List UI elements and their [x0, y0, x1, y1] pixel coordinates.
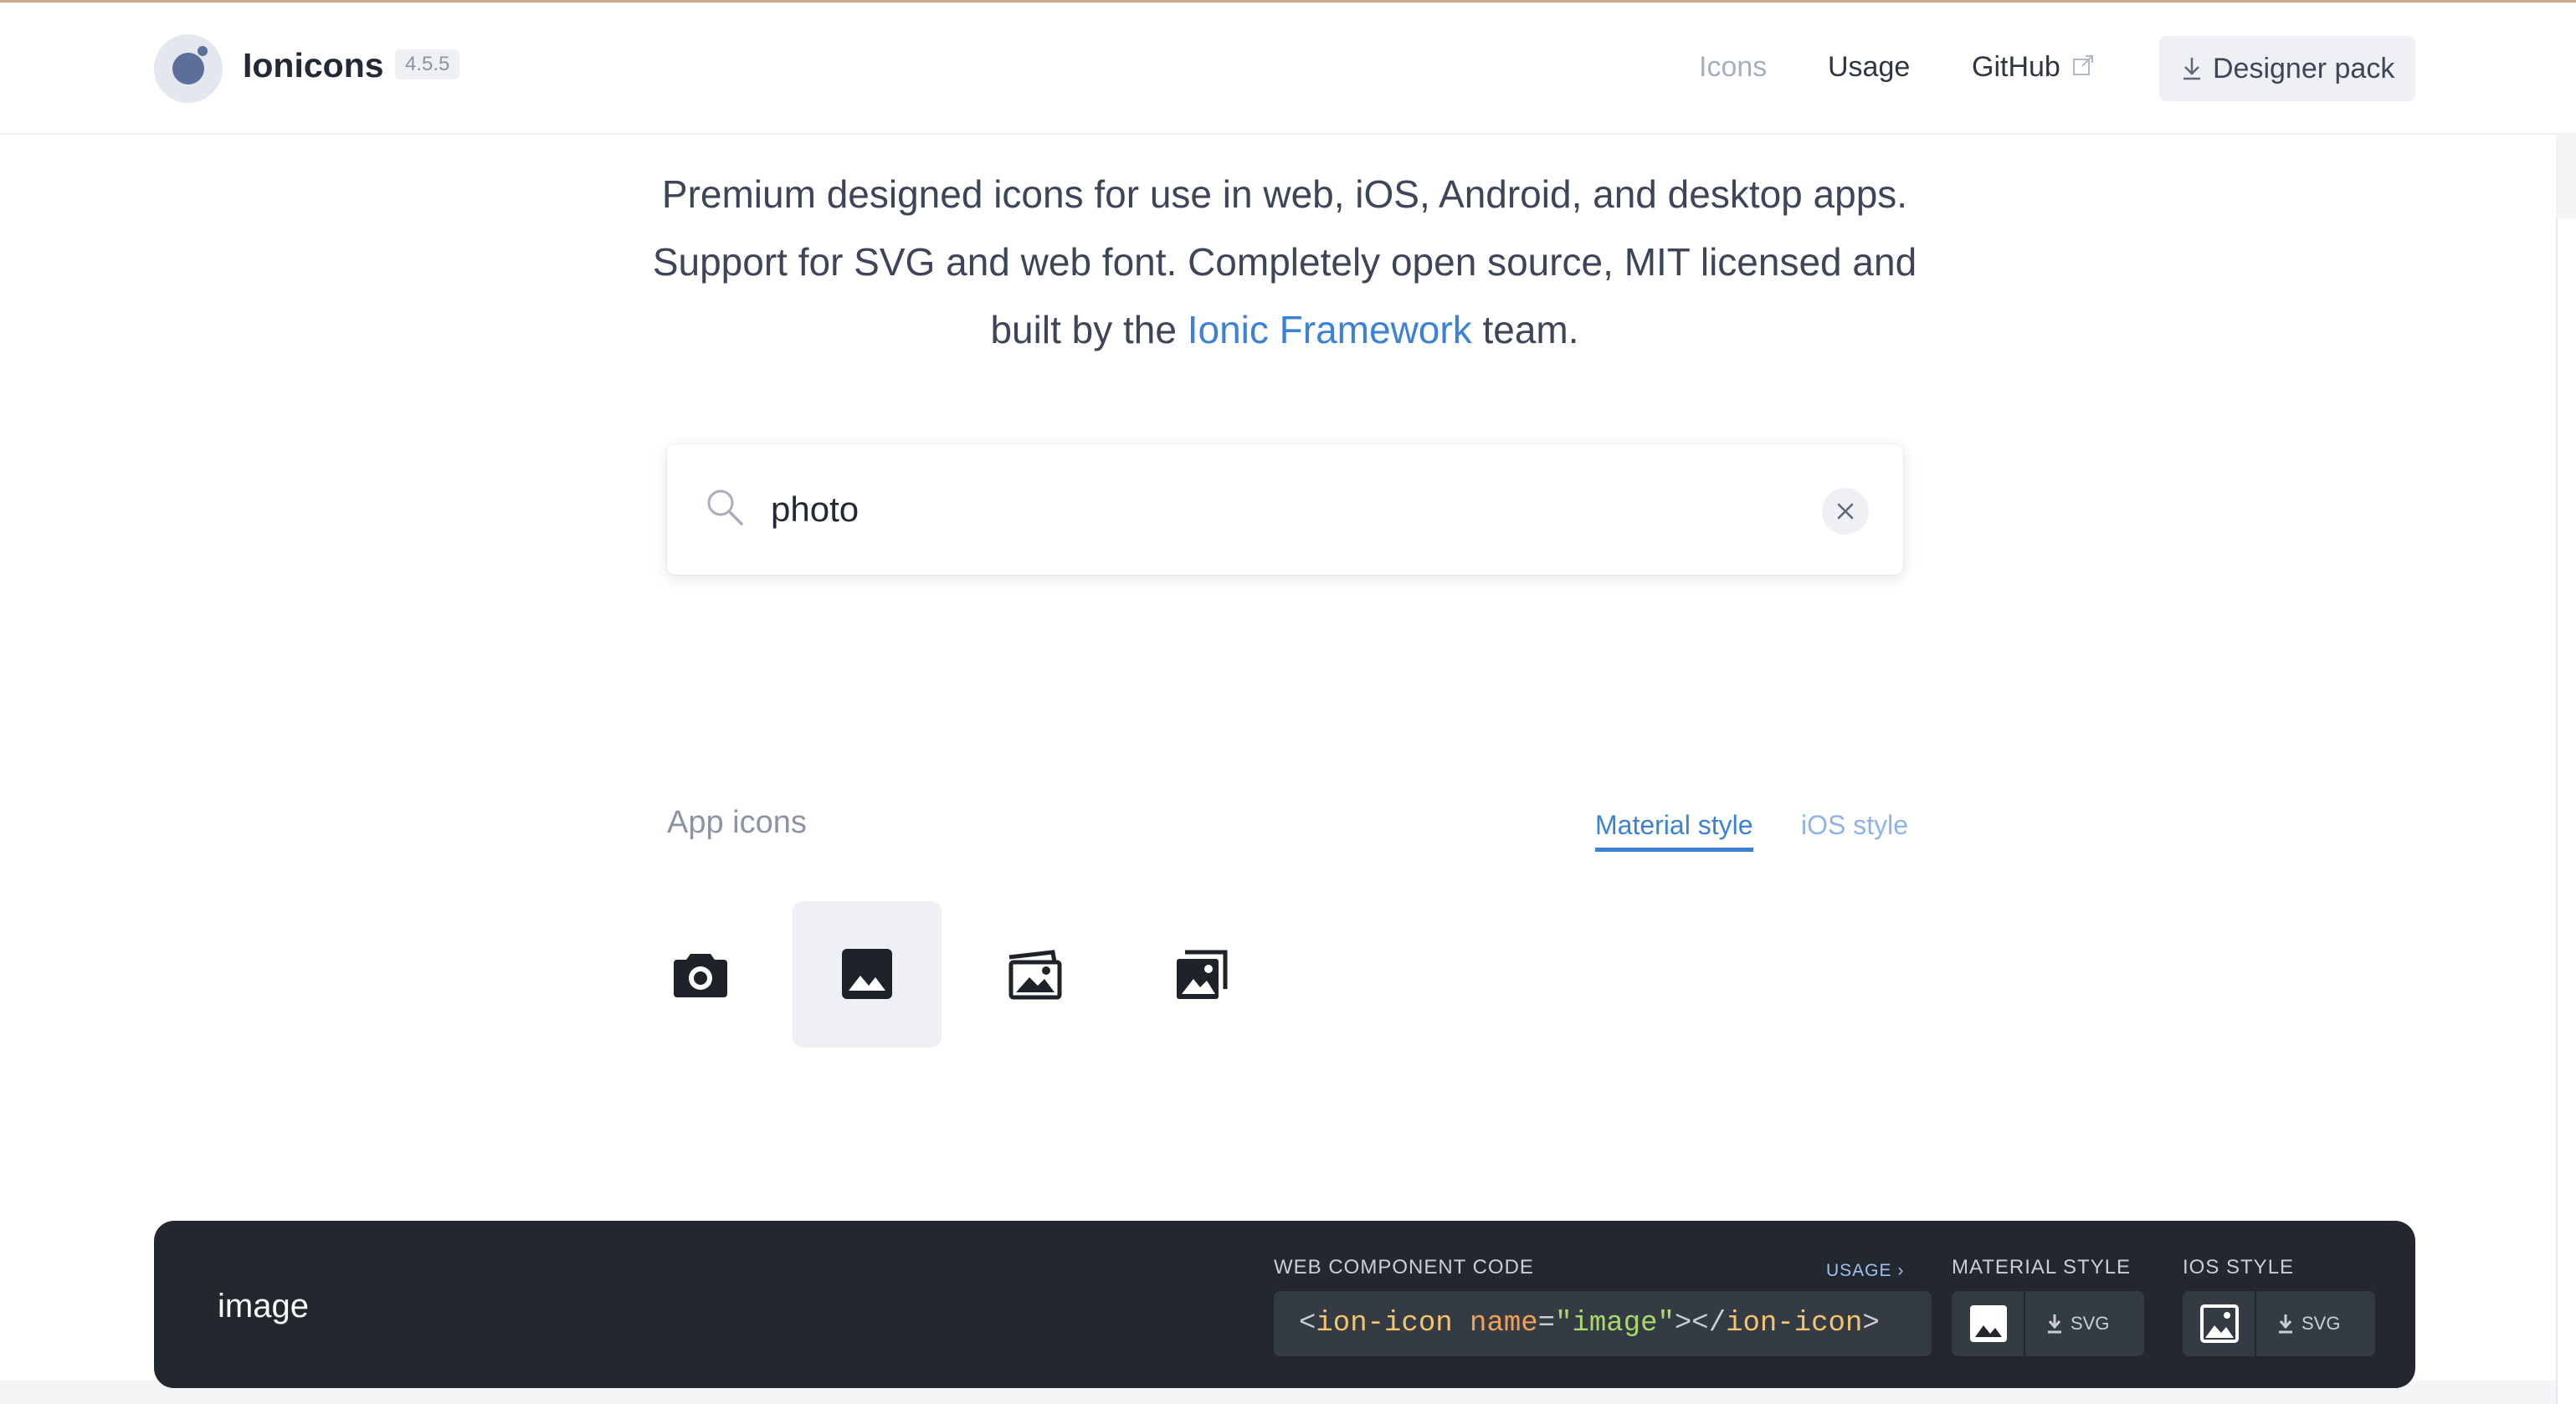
image-icon — [1970, 1305, 2007, 1342]
material-style-downloads: SVG — [1952, 1291, 2144, 1356]
tagline-text: built by the — [990, 308, 1177, 351]
ios-svg-download-button[interactable]: SVG — [2266, 1291, 2370, 1356]
clear-search-button[interactable] — [1822, 488, 1869, 535]
selected-icon-name: image — [218, 1288, 309, 1325]
usage-link[interactable]: USAGE › — [1826, 1261, 1904, 1281]
images-icon — [1008, 950, 1062, 1000]
svg-label: SVG — [2071, 1313, 2110, 1334]
external-link-icon — [2073, 55, 2093, 75]
icon-tile-image[interactable] — [793, 901, 942, 1048]
ios-style-label: IOS STYLE — [2183, 1256, 2295, 1278]
ios-style-downloads: SVG — [2183, 1291, 2375, 1356]
tab-ios-style[interactable]: iOS style — [1801, 810, 1908, 841]
scrollbar-thumb[interactable] — [2556, 218, 2576, 1404]
search-box — [667, 444, 1903, 575]
tagline-line-1: Premium designed icons for use in web, i… — [661, 172, 1908, 216]
ionic-framework-link[interactable]: Ionic Framework — [1188, 308, 1472, 351]
image-icon — [842, 949, 892, 999]
ios-preview — [2183, 1291, 2256, 1356]
icon-tile-images[interactable] — [960, 901, 1109, 1048]
web-component-code-label: WEB COMPONENT CODE — [1274, 1256, 1534, 1278]
nav-github-link[interactable]: GitHub — [1972, 51, 2060, 84]
version-badge: 4.5.5 — [395, 49, 460, 79]
search-icon — [707, 489, 743, 525]
tagline-line-3: built by the Ionic Framework team. — [586, 296, 1983, 364]
designer-pack-label: Designer pack — [2213, 53, 2395, 85]
icon-tile-photos[interactable] — [1127, 901, 1276, 1048]
icon-tile-camera[interactable] — [626, 901, 775, 1048]
download-icon — [2048, 1314, 2061, 1334]
photos-icon — [1177, 950, 1228, 999]
search-input[interactable] — [771, 478, 1775, 541]
tagline: Premium designed icons for use in web, i… — [586, 161, 1983, 364]
material-style-label: MATERIAL STYLE — [1952, 1256, 2132, 1278]
close-icon — [1837, 503, 1854, 520]
header: Ionicons 4.5.5 Icons Usage GitHub Design… — [0, 3, 2576, 135]
svg-label: SVG — [2301, 1313, 2341, 1334]
designer-pack-button[interactable]: Designer pack — [2159, 36, 2415, 101]
tab-material-style[interactable]: Material style — [1595, 810, 1753, 852]
image-outline-icon — [2200, 1304, 2239, 1343]
icon-detail-panel: image WEB COMPONENT CODE USAGE › <ion-ic… — [154, 1221, 2415, 1388]
tagline-text: team. — [1482, 308, 1579, 351]
camera-icon — [674, 954, 727, 997]
section-title: App icons — [667, 805, 807, 840]
code-snippet[interactable]: <ion-icon name="image"></ion-icon> — [1274, 1291, 1932, 1356]
brand-name[interactable]: Ionicons — [243, 46, 384, 85]
download-icon — [2183, 58, 2200, 80]
nav-icons-link[interactable]: Icons — [1699, 51, 1767, 84]
scrollbar[interactable] — [2556, 135, 2576, 1404]
download-icon — [2279, 1314, 2292, 1334]
ionicons-logo-icon[interactable] — [154, 34, 223, 103]
material-svg-download-button[interactable]: SVG — [2035, 1291, 2139, 1356]
nav-usage-link[interactable]: Usage — [1828, 51, 1910, 84]
tagline-line-2: Support for SVG and web font. Completely… — [652, 240, 1917, 284]
material-preview — [1952, 1291, 2025, 1356]
